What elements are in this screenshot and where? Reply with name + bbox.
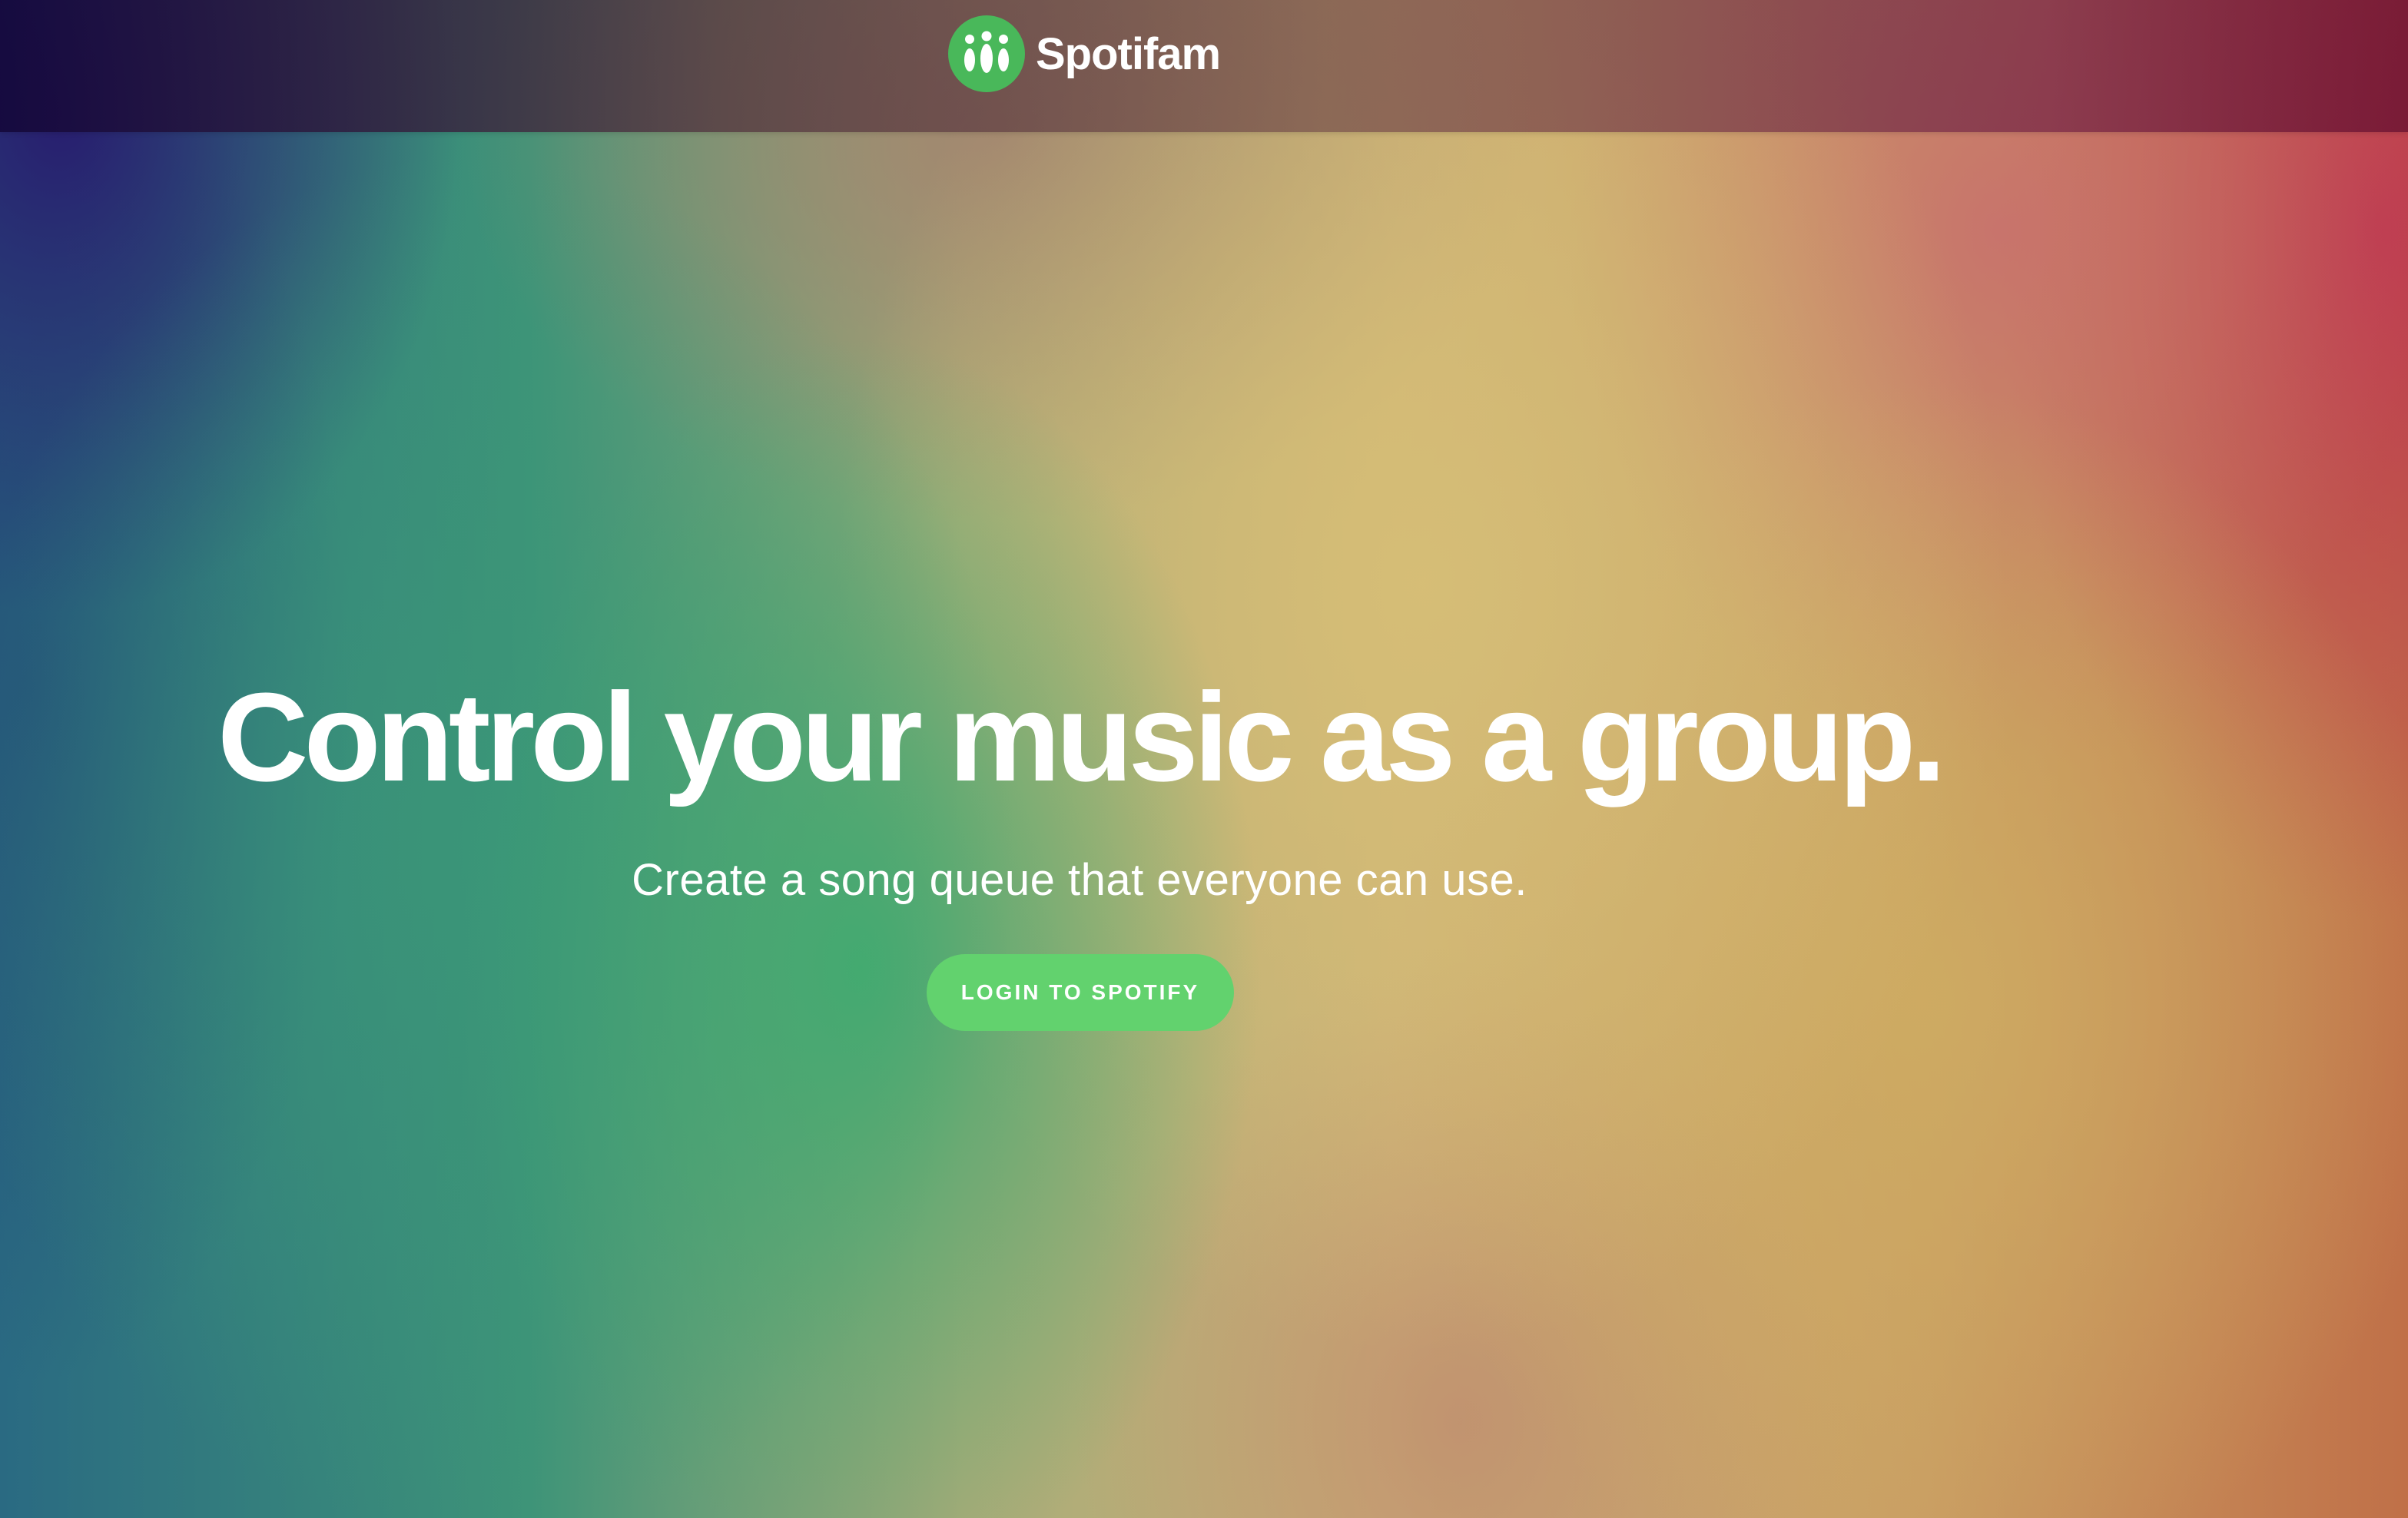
login-to-spotify-button[interactable]: LOGIN TO SPOTIFY bbox=[927, 954, 1234, 1031]
people-group-icon bbox=[948, 15, 1025, 92]
hero-title: Control your music as a group. bbox=[217, 667, 1946, 807]
hero-subtitle: Create a song queue that everyone can us… bbox=[632, 855, 1527, 905]
top-navbar: Spotifam bbox=[0, 0, 2408, 132]
brand-name: Spotifam bbox=[1036, 28, 1221, 79]
brand-home-link[interactable]: Spotifam bbox=[948, 15, 1221, 92]
